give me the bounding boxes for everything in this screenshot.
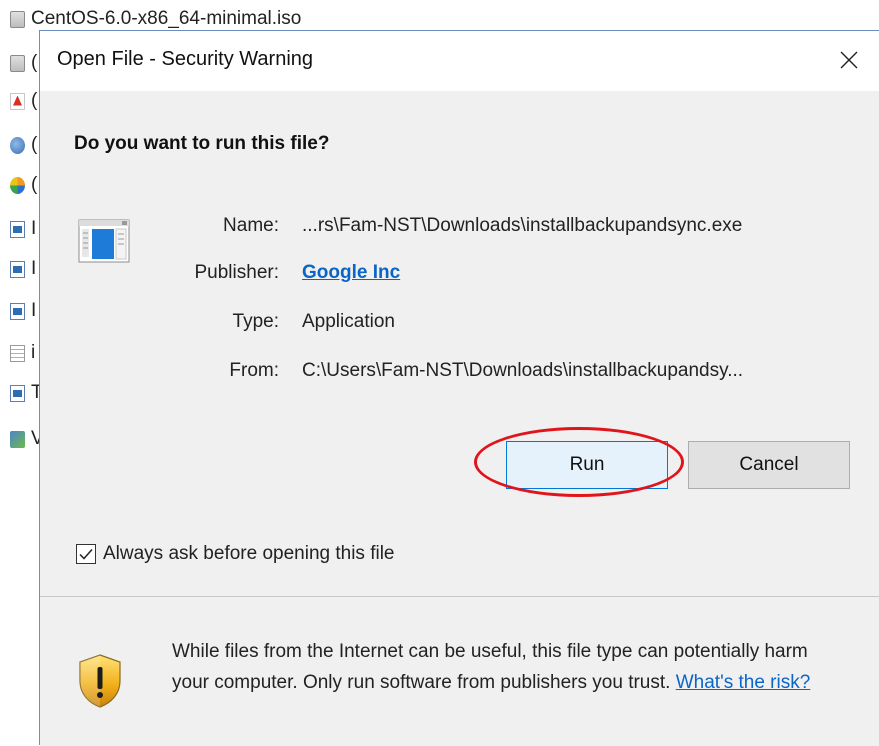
file-name-partial: I (31, 218, 37, 239)
file-name-partial: ( (31, 90, 38, 111)
document-file-icon (10, 384, 25, 402)
file-name-row: Name: ...rs\Fam-NST\Downloads\installbac… (40, 215, 879, 245)
file-row[interactable]: i (10, 342, 35, 364)
type-value: Application (302, 311, 395, 332)
publisher-link[interactable]: Google Inc (302, 262, 400, 284)
type-label: Type: (232, 311, 279, 332)
file-name-partial: i (31, 342, 36, 363)
file-name-partial: I (31, 258, 37, 279)
application-file-icon (10, 430, 25, 448)
file-name-partial: I (31, 300, 37, 321)
file-row[interactable]: I (10, 218, 36, 240)
disc-image-icon (10, 54, 25, 72)
disc-image-icon (10, 10, 25, 28)
run-button[interactable]: Run (506, 441, 668, 489)
file-row[interactable]: I (10, 300, 36, 322)
file-row[interactable]: ( (10, 52, 37, 74)
file-name-partial: ( (31, 134, 38, 155)
security-warning-dialog: Open File - Security Warning Do you want… (39, 30, 879, 746)
file-row[interactable]: I (10, 258, 36, 280)
installer-file-icon (10, 176, 25, 194)
file-name-partial: ( (31, 174, 38, 195)
from-row: From: C:\Users\Fam-NST\Downloads\install… (40, 360, 879, 390)
close-button[interactable] (819, 31, 879, 89)
dialog-titlebar[interactable]: Open File - Security Warning (40, 31, 879, 91)
from-label: From: (229, 360, 279, 381)
file-row[interactable]: ( (10, 90, 37, 112)
file-row[interactable]: ( (10, 174, 37, 196)
file-row[interactable]: ( (10, 134, 37, 156)
dialog-question: Do you want to run this file? (74, 133, 330, 154)
cancel-button[interactable]: Cancel (688, 441, 850, 489)
executable-file-icon (10, 136, 25, 154)
type-row: Type: Application (40, 311, 879, 341)
dialog-title: Open File - Security Warning (57, 48, 314, 70)
checkmark-icon (79, 549, 93, 560)
document-file-icon (10, 302, 25, 320)
file-row[interactable]: T (10, 382, 43, 404)
text-file-icon (10, 344, 25, 362)
whats-the-risk-link[interactable]: What's the risk? (676, 672, 811, 693)
document-file-icon (10, 260, 25, 278)
always-ask-label: Always ask before opening this file (103, 543, 395, 564)
always-ask-option[interactable]: Always ask before opening this file (76, 543, 395, 565)
file-row-centos-iso[interactable]: CentOS-6.0-x86_64-minimal.iso (10, 8, 301, 30)
warning-panel: While files from the Internet can be use… (40, 597, 879, 746)
name-value: ...rs\Fam-NST\Downloads\installbackupand… (302, 215, 743, 236)
pdf-file-icon (10, 92, 25, 110)
warning-shield-icon (79, 654, 121, 708)
name-label: Name: (223, 215, 279, 236)
publisher-label: Publisher: (194, 262, 280, 283)
file-name-partial: ( (31, 52, 38, 73)
file-name: CentOS-6.0-x86_64-minimal.iso (31, 8, 302, 29)
warning-message: While files from the Internet can be use… (172, 636, 832, 698)
document-file-icon (10, 220, 25, 238)
close-icon (840, 51, 858, 69)
from-value: C:\Users\Fam-NST\Downloads\installbackup… (302, 360, 744, 381)
always-ask-checkbox[interactable] (76, 544, 96, 564)
publisher-row: Publisher: Google Inc (40, 262, 879, 292)
